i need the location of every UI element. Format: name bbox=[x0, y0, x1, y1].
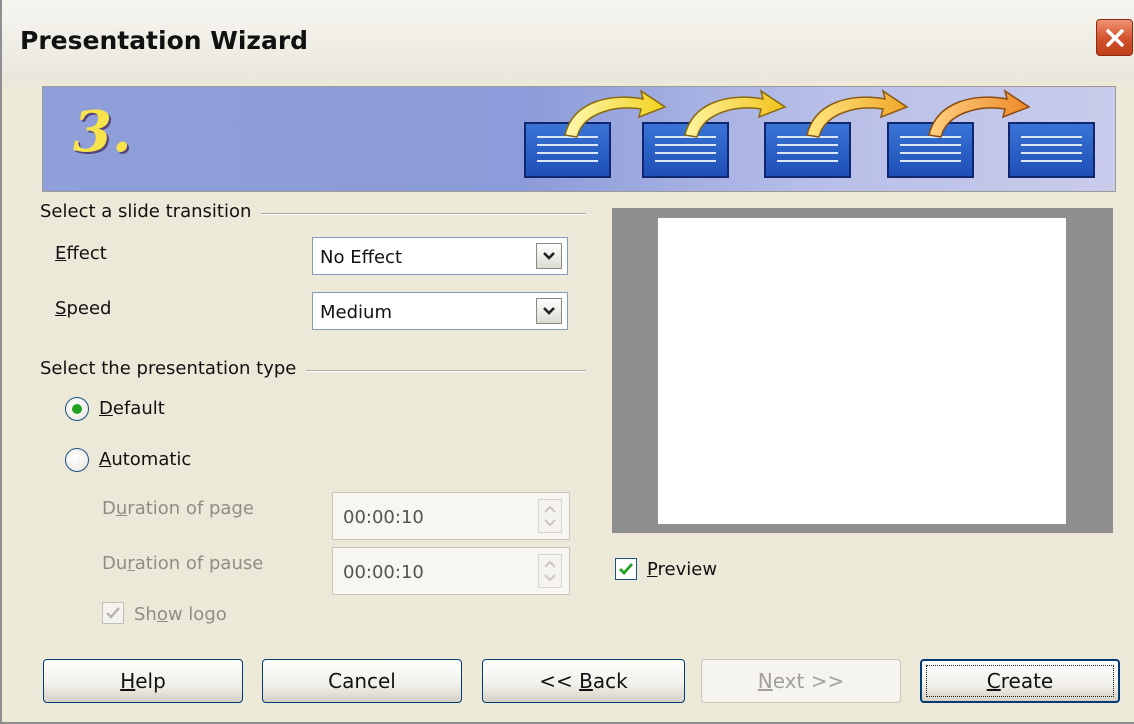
effect-dropdown-value: No Effect bbox=[320, 247, 403, 268]
transition-group-title: Select a slide transition bbox=[40, 201, 262, 222]
duration-of-page-value: 00:00:10 bbox=[343, 507, 424, 528]
speed-dropdown[interactable]: Medium bbox=[312, 292, 568, 330]
close-button[interactable] bbox=[1096, 19, 1133, 56]
duration-of-pause-spinner[interactable]: 00:00:10 bbox=[332, 547, 570, 595]
spin-arrows-icon bbox=[544, 560, 556, 582]
back-button[interactable]: << Back bbox=[482, 659, 685, 703]
preview-checkbox[interactable] bbox=[615, 558, 637, 580]
step-page-icon bbox=[1008, 122, 1095, 178]
presentation-wizard-dialog: Presentation Wizard 3. Select a slide tr… bbox=[0, 0, 1134, 724]
title-bar[interactable]: Presentation Wizard bbox=[2, 0, 1134, 82]
next-button[interactable]: Next >> bbox=[701, 659, 901, 703]
speed-label: Speed bbox=[55, 298, 112, 319]
cancel-button[interactable]: Cancel bbox=[262, 659, 462, 703]
chevron-down-icon bbox=[543, 307, 555, 315]
help-button[interactable]: Help bbox=[43, 659, 243, 703]
wizard-header-banner: 3. bbox=[42, 86, 1116, 192]
checkmark-icon bbox=[619, 563, 634, 576]
show-logo-checkbox[interactable] bbox=[102, 602, 124, 624]
default-radio[interactable] bbox=[65, 397, 89, 421]
help-button-label: Help bbox=[120, 669, 166, 693]
create-button-label: Create bbox=[986, 669, 1054, 693]
duration-of-page-spin-buttons[interactable] bbox=[538, 499, 562, 533]
preview-checkbox-label[interactable]: Preview bbox=[647, 559, 717, 580]
duration-of-pause-spin-buttons[interactable] bbox=[538, 554, 562, 588]
effect-label: Effect bbox=[55, 243, 107, 264]
back-button-label: << Back bbox=[539, 669, 628, 693]
next-button-label: Next >> bbox=[757, 669, 845, 693]
close-icon bbox=[1105, 28, 1124, 47]
speed-dropdown-value: Medium bbox=[320, 302, 392, 323]
speed-dropdown-button[interactable] bbox=[536, 298, 562, 324]
preview-slide bbox=[658, 218, 1066, 524]
radio-selected-dot bbox=[72, 404, 82, 414]
checkmark-icon bbox=[106, 607, 120, 619]
duration-of-pause-label: Duration of pause bbox=[102, 553, 264, 574]
automatic-radio-label[interactable]: Automatic bbox=[99, 449, 191, 470]
presentation-type-group-title: Select the presentation type bbox=[40, 358, 307, 379]
show-logo-label[interactable]: Show logo bbox=[134, 604, 227, 625]
effect-dropdown-button[interactable] bbox=[536, 243, 562, 269]
default-radio-label[interactable]: Default bbox=[99, 398, 165, 419]
window-title: Presentation Wizard bbox=[20, 26, 309, 55]
spin-arrows-icon bbox=[544, 505, 556, 527]
automatic-radio[interactable] bbox=[65, 448, 89, 472]
duration-of-page-spinner[interactable]: 00:00:10 bbox=[332, 492, 570, 540]
create-button[interactable]: Create bbox=[920, 659, 1120, 703]
duration-of-page-label: Duration of page bbox=[102, 498, 254, 519]
preview-area bbox=[612, 208, 1113, 533]
chevron-down-icon bbox=[543, 252, 555, 260]
wizard-steps-graphic bbox=[524, 89, 1095, 178]
effect-dropdown[interactable]: No Effect bbox=[312, 237, 568, 275]
cancel-button-label: Cancel bbox=[328, 669, 396, 693]
duration-of-pause-value: 00:00:10 bbox=[343, 562, 424, 583]
